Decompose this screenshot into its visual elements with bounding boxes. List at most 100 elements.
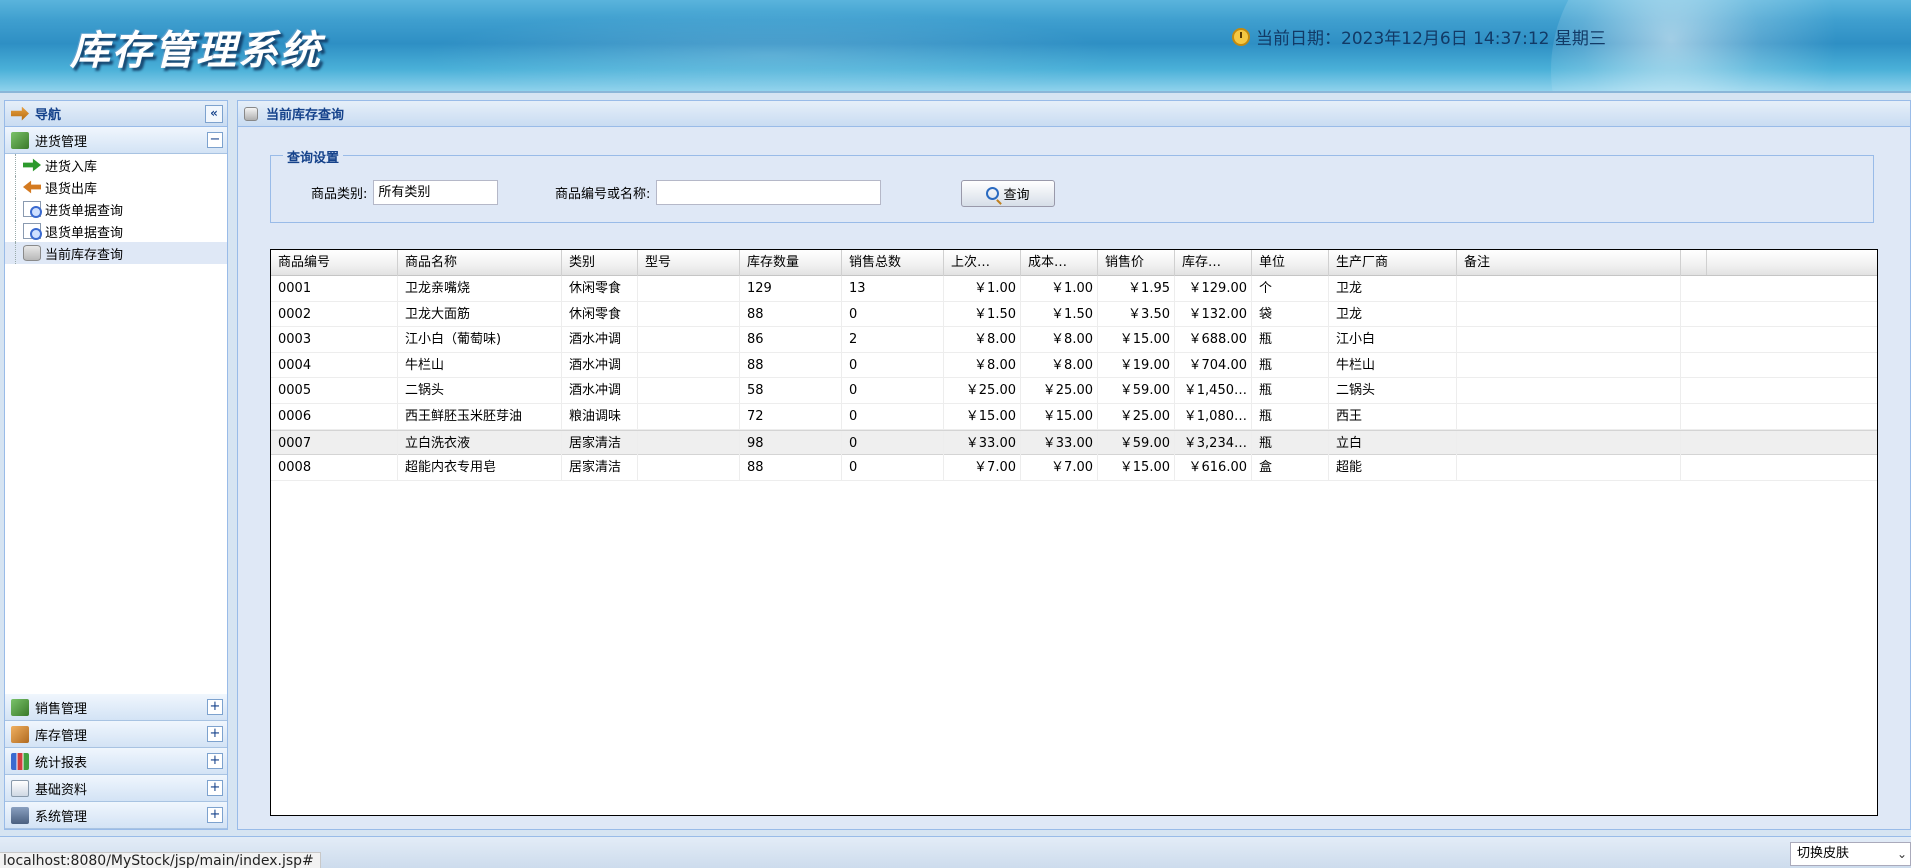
nav-group-basic-data[interactable]: 基础资料 +: [5, 775, 227, 802]
nav-items-list: 进货入库 退货出库 进货单据查询 退货单据查询 当前库存查询: [5, 154, 227, 566]
table-cell: ￥59.00: [1098, 378, 1175, 404]
keyword-label: 商品编号或名称:: [555, 187, 651, 202]
table-cell: 居家清洁: [562, 455, 638, 481]
table-cell: 0008: [271, 455, 398, 481]
table-cell: 0: [842, 430, 944, 456]
table-cell: [1457, 276, 1681, 301]
stock-in-icon: [23, 158, 41, 172]
query-settings: 查询设置 商品类别: 所有类别 商品编号或名称: 查询: [270, 147, 1874, 223]
table-cell: 酒水冲调: [562, 327, 638, 353]
nav-group-system[interactable]: 系统管理 +: [5, 802, 227, 829]
column-header[interactable]: 商品名称: [398, 250, 562, 276]
column-header[interactable]: 成本…: [1021, 250, 1098, 276]
column-header[interactable]: 商品编号: [271, 250, 398, 276]
table-cell: 88: [740, 301, 842, 327]
nav-group-inventory[interactable]: 库存管理 +: [5, 721, 227, 748]
column-header[interactable]: 类别: [562, 250, 638, 276]
table-cell: ￥33.00: [944, 430, 1021, 456]
table-cell: 129: [740, 276, 842, 301]
column-header[interactable]: 型号: [638, 250, 740, 276]
expand-group-button[interactable]: +: [207, 753, 223, 769]
nav-item-label: 退货出库: [45, 181, 98, 197]
table-cell: [638, 378, 740, 404]
table-cell: 86: [740, 327, 842, 353]
table-cell: 牛栏山: [1329, 352, 1457, 378]
nav-group-purchase[interactable]: 进货管理 −: [5, 127, 227, 154]
column-header[interactable]: 备注: [1457, 250, 1681, 276]
table-cell: 88: [740, 455, 842, 481]
table-cell: ￥7.00: [944, 455, 1021, 481]
table-cell: ￥25.00: [1021, 378, 1098, 404]
query-settings-legend: 查询设置: [283, 147, 344, 166]
navigation-title: 导航: [35, 108, 62, 123]
stock-out-icon: [23, 180, 41, 194]
table-row[interactable]: 0006 西王鲜胚玉米胚芽油 粮油调味 72 0 ￥15.00 ￥15.00 ￥25.00 ￥1…: [271, 403, 1877, 430]
column-header[interactable]: 库存…: [1175, 250, 1252, 276]
column-header[interactable]: 销售价: [1098, 250, 1175, 276]
nav-item-stock-query[interactable]: 当前库存查询: [5, 242, 227, 264]
column-header[interactable]: 单位: [1252, 250, 1329, 276]
header-spacer: [1681, 250, 1707, 275]
table-cell: 卫龙: [1329, 276, 1457, 301]
expand-group-button[interactable]: +: [207, 726, 223, 742]
status-bar: localhost:8080/MyStock/jsp/main/index.js…: [0, 836, 1911, 868]
table-cell: 西王: [1329, 403, 1457, 429]
main-panel-header: 当前库存查询: [238, 101, 1910, 127]
collapse-nav-button[interactable]: «: [205, 104, 223, 123]
table-cell: [1457, 352, 1681, 378]
table-cell: ￥1.50: [1021, 301, 1098, 327]
table-cell: ￥15.00: [944, 403, 1021, 429]
table-cell: ￥616.00: [1175, 455, 1252, 481]
keyword-input[interactable]: [656, 180, 882, 205]
expand-group-button[interactable]: +: [207, 699, 223, 715]
nav-collapsed-groups: 销售管理 + 库存管理 + 统计报表 + 基础资料 + 系统管理 +: [5, 694, 227, 829]
nav-item-label: 进货单据查询: [45, 203, 124, 219]
table-cell: ￥8.00: [1021, 327, 1098, 353]
query-button[interactable]: 查询: [961, 180, 1055, 207]
table-row[interactable]: 0004 牛栏山 酒水冲调 88 0 ￥8.00 ￥8.00 ￥19.00 ￥704.00 瓶牛栏…: [271, 352, 1877, 379]
table-row[interactable]: 0005 二锅头 酒水冲调 58 0 ￥25.00 ￥25.00 ￥59.00 ￥1,450… 瓶…: [271, 378, 1877, 404]
table-cell: 居家清洁: [562, 430, 638, 456]
nav-group-sales[interactable]: 销售管理 +: [5, 694, 227, 721]
table-row[interactable]: 0002 卫龙大面筋 休闲零食 88 0 ￥1.50 ￥1.50 ￥3.50 ￥132.00 袋卫…: [271, 301, 1877, 328]
nav-item-label: 退货单据查询: [45, 225, 124, 241]
table-row[interactable]: 0007 立白洗衣液 居家清洁 98 0 ￥33.00 ￥33.00 ￥59.00 ￥3,234…: [271, 429, 1877, 456]
nav-group-reports[interactable]: 统计报表 +: [5, 748, 227, 775]
table-cell: 超能内衣专用皂: [398, 455, 562, 481]
nav-group-label: 销售管理: [35, 701, 88, 717]
table-cell: ￥132.00: [1175, 301, 1252, 327]
table-row[interactable]: 0003 江小白（葡萄味) 酒水冲调 86 2 ￥8.00 ￥8.00 ￥15.00 ￥688.…: [271, 327, 1877, 353]
nav-item-return-out[interactable]: 退货出库: [5, 176, 227, 198]
column-header[interactable]: 上次…: [944, 250, 1021, 276]
table-cell: 江小白（葡萄味): [398, 327, 562, 353]
table-cell: 0: [842, 352, 944, 378]
table-cell: ￥25.00: [1098, 403, 1175, 429]
nav-item-purchase-query[interactable]: 进货单据查询: [5, 198, 227, 220]
column-header[interactable]: 销售总数: [842, 250, 944, 276]
expand-group-button[interactable]: +: [207, 807, 223, 823]
collapse-group-button[interactable]: −: [207, 132, 223, 148]
keyword-row: 商品编号或名称:: [555, 180, 882, 205]
table-row[interactable]: 0001 卫龙亲嘴烧 休闲零食 129 13 ￥1.00 ￥1.00 ￥1.95 ￥129.00…: [271, 276, 1877, 302]
nav-item-return-query[interactable]: 退货单据查询: [5, 220, 227, 242]
table-cell: 西王鲜胚玉米胚芽油: [398, 403, 562, 429]
database-icon: [244, 106, 258, 121]
table-cell: 瓶: [1252, 430, 1329, 456]
table-row[interactable]: 0008 超能内衣专用皂 居家清洁 88 0 ￥7.00 ￥7.00 ￥15.00 ￥616.0…: [271, 455, 1877, 481]
expand-group-button[interactable]: +: [207, 780, 223, 796]
table-cell: 0: [842, 455, 944, 481]
clock-icon: [1232, 27, 1250, 46]
table-cell: [638, 403, 740, 429]
nav-group-label: 统计报表: [35, 755, 88, 771]
table-cell: 58: [740, 378, 842, 404]
table-cell: 袋: [1252, 301, 1329, 327]
nav-item-stock-in[interactable]: 进货入库: [5, 154, 227, 176]
column-header[interactable]: 库存数量: [740, 250, 842, 276]
category-field[interactable]: 所有类别: [373, 180, 499, 205]
table-cell: 瓶: [1252, 352, 1329, 378]
column-header[interactable]: 生产厂商: [1329, 250, 1457, 276]
nav-item-label: 进货入库: [45, 159, 98, 175]
table-cell: 0: [842, 403, 944, 429]
skin-select[interactable]: 切换皮肤 ⌄: [1790, 842, 1911, 866]
table-cell: ￥15.00: [1021, 403, 1098, 429]
